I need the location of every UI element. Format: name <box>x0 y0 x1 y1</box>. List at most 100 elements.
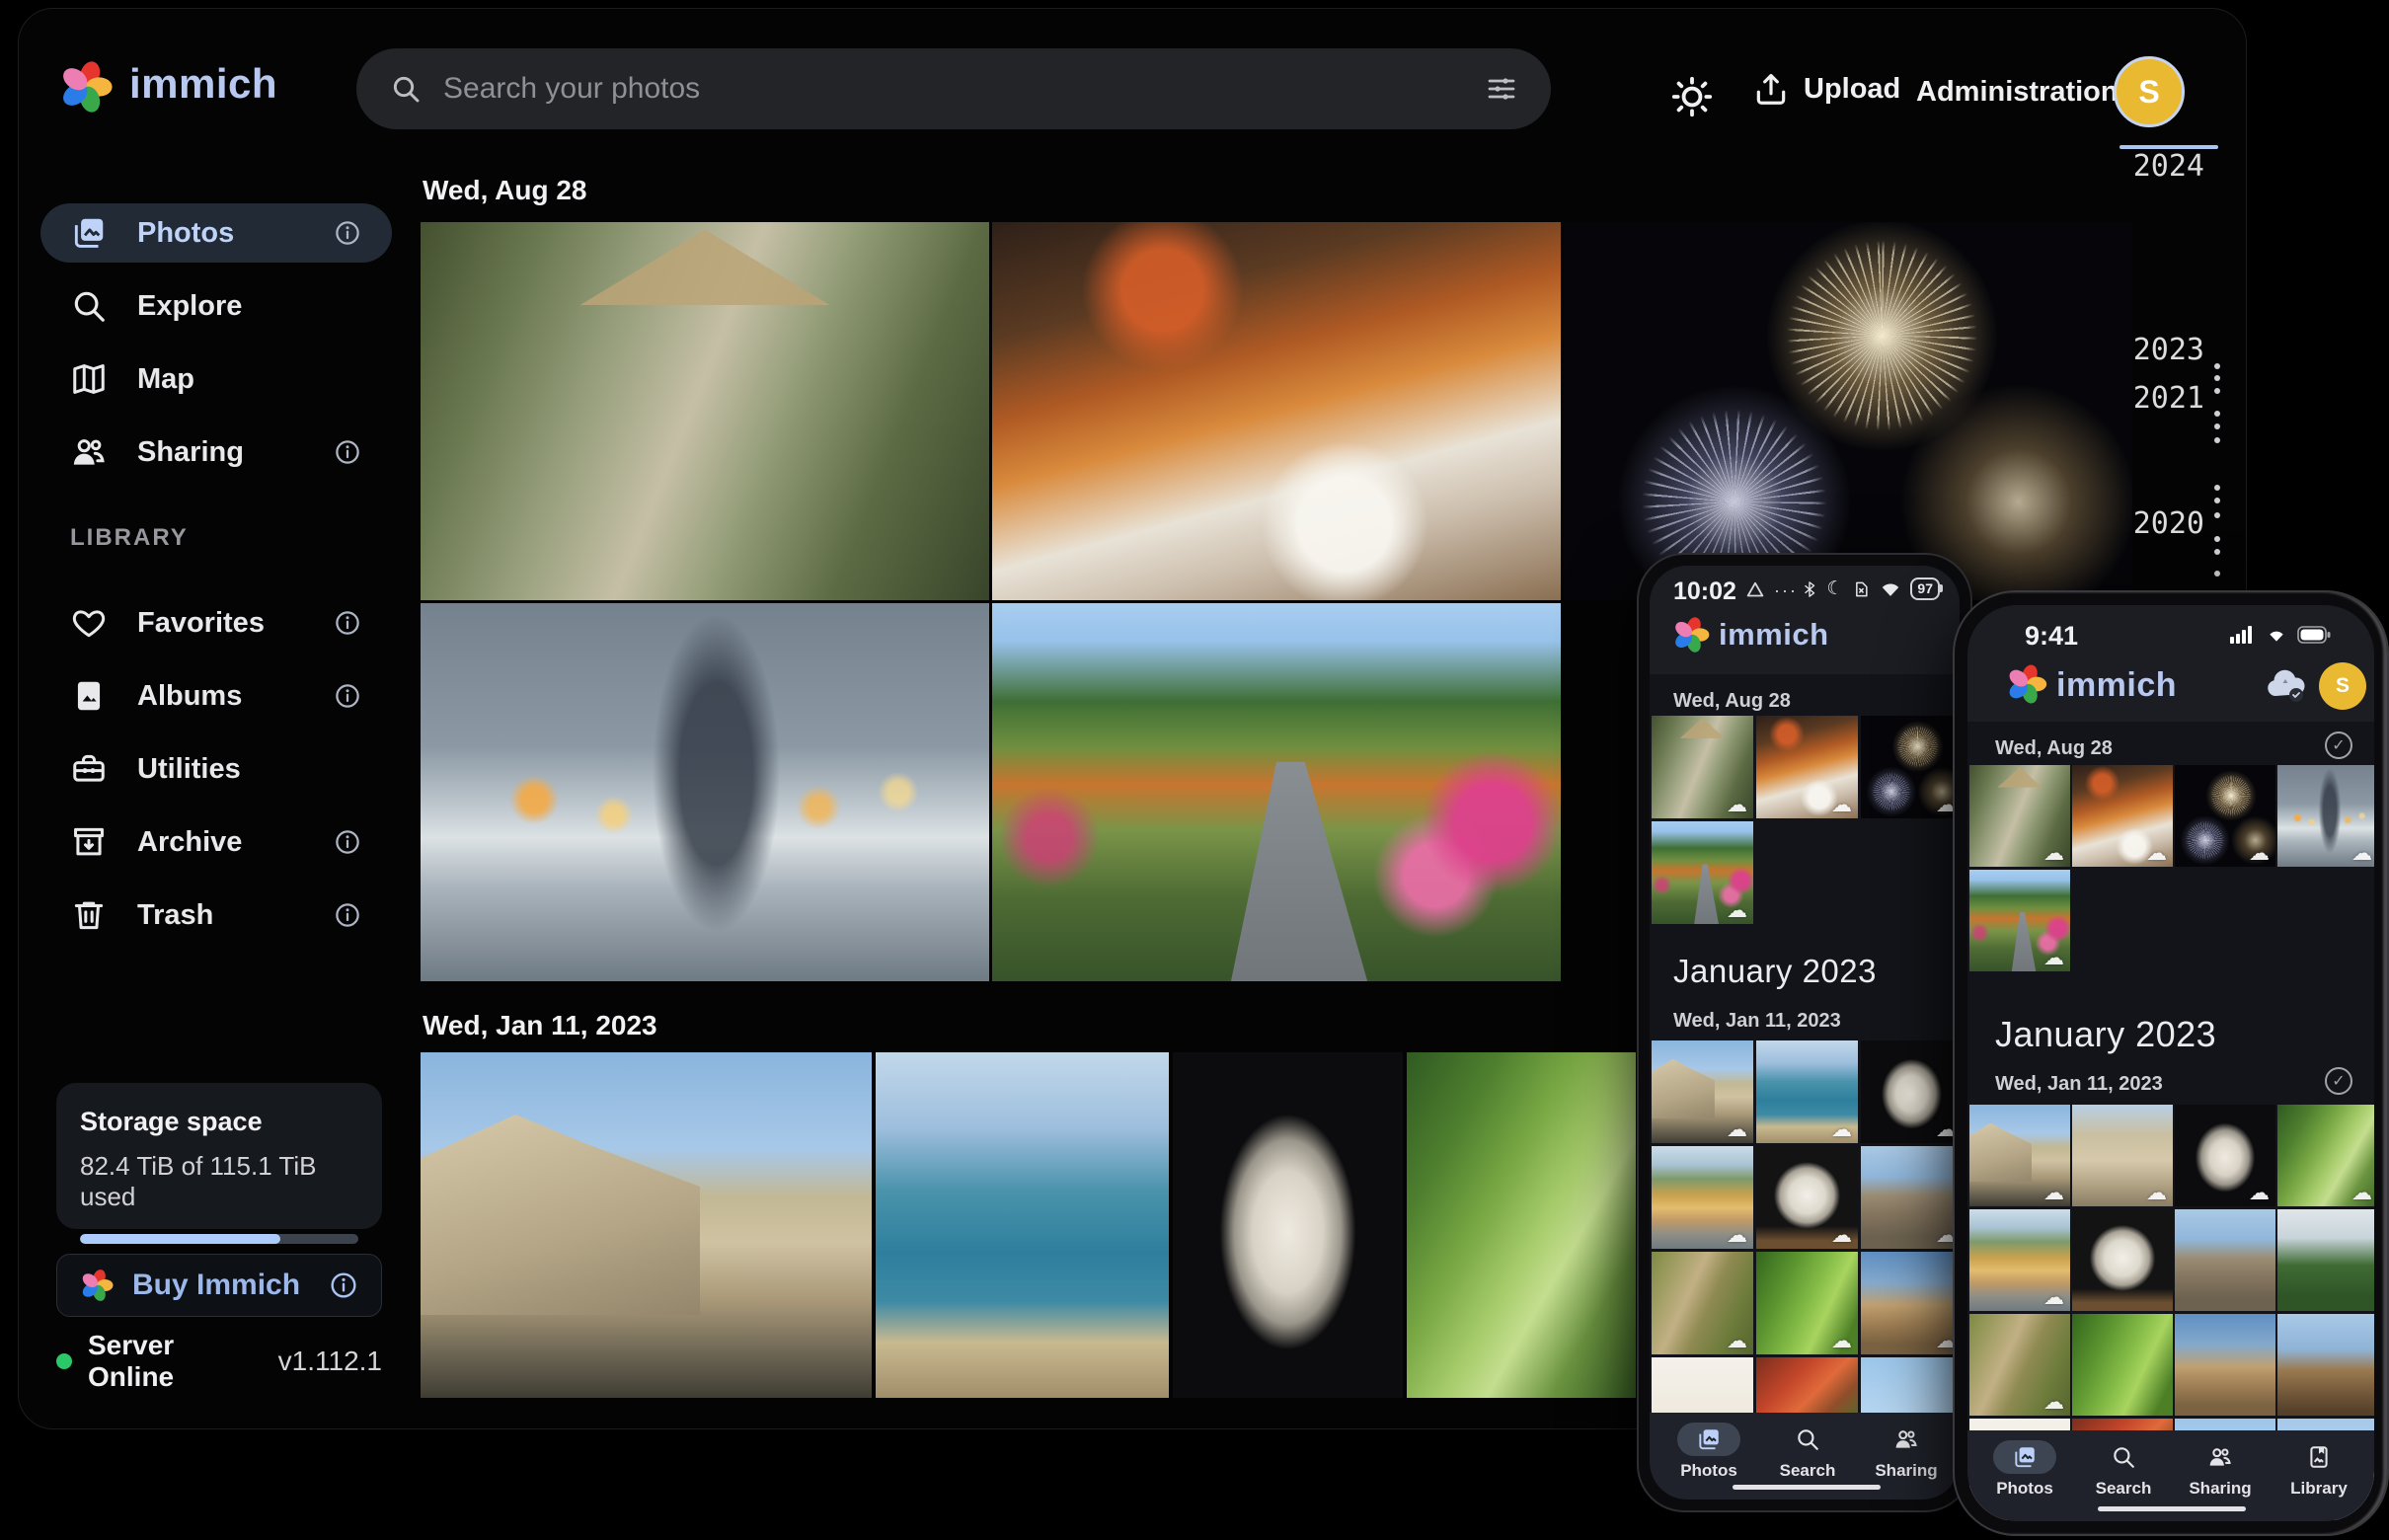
thumb-lizard-on-moss[interactable] <box>2072 1314 2173 1416</box>
thumb-zoo-monkeys[interactable]: ☁ <box>1969 765 2070 867</box>
administration-link[interactable]: Administration <box>1916 76 2119 109</box>
photo-fireworks[interactable] <box>1564 222 2132 600</box>
sidebar-item-archive[interactable]: Archive <box>40 812 392 872</box>
info-icon[interactable] <box>333 900 362 930</box>
theme-toggle-sun-icon[interactable] <box>1669 74 1715 119</box>
search-filter-icon[interactable] <box>1486 73 1517 105</box>
info-icon[interactable] <box>333 827 362 857</box>
sidebar-item-utilities[interactable]: Utilities <box>40 739 392 799</box>
search-input[interactable] <box>443 72 1464 106</box>
cloud-backup-icon: ☁ <box>1831 1225 1852 1246</box>
photo-coastal-tower[interactable] <box>876 1052 1169 1398</box>
cloud-backup-icon: ☁ <box>1727 1119 1747 1140</box>
timeline-year-2021[interactable]: 2021 <box>2096 381 2204 416</box>
thumb-winter-church[interactable] <box>2175 1314 2275 1416</box>
buy-immich-button[interactable]: Buy Immich <box>56 1254 382 1317</box>
user-avatar[interactable]: S <box>2319 662 2366 710</box>
thumb-dinner-table[interactable]: ☁ <box>2072 765 2173 867</box>
thumb-fireworks[interactable]: ☁ <box>1861 716 1960 818</box>
timeline-tick <box>2214 437 2220 443</box>
thumb-marble-bust[interactable]: ☁ <box>2175 1105 2275 1206</box>
cloud-sync-icon[interactable] <box>2264 666 2309 704</box>
nav-item-library[interactable]: Library <box>2287 1440 2350 1499</box>
info-icon[interactable] <box>333 681 362 711</box>
thumb-lizard[interactable]: ☁ <box>1969 1314 2070 1416</box>
thumb-marble-bust[interactable]: ☁ <box>1861 1040 1960 1143</box>
photo-autumn-park[interactable] <box>992 603 1561 981</box>
info-icon[interactable] <box>333 218 362 248</box>
thumb-beach-cliff[interactable]: ☁ <box>1652 1146 1753 1249</box>
dnd-moon-icon: ☾ <box>1826 578 1843 600</box>
thumb-winter-church[interactable]: ☁ <box>1861 1252 1960 1354</box>
thumb-zoo-monkeys[interactable]: ☁ <box>1652 716 1753 818</box>
timeline-year-2024[interactable]: 2024 <box>2096 149 2204 184</box>
thumb-stone-ruins[interactable]: ☁ <box>1861 1146 1960 1249</box>
photo-fortress-walls[interactable] <box>421 1052 872 1398</box>
thumb-fortress[interactable]: ☁ <box>1969 1105 2070 1206</box>
sidebar-item-photos[interactable]: Photos <box>40 203 392 263</box>
photo-dinner-table[interactable] <box>992 222 1561 600</box>
sidebar-item-favorites[interactable]: Favorites <box>40 593 392 653</box>
thumb-wooden-house[interactable] <box>2277 1314 2374 1416</box>
sidebar-item-map[interactable]: Map <box>40 349 392 409</box>
server-status-row: Server Online v1.112.1 <box>56 1330 382 1393</box>
thumb-green-berries[interactable]: ☁ <box>2277 1105 2374 1206</box>
thumb-white-sculpture[interactable]: ☁ <box>1756 1146 1858 1249</box>
info-icon[interactable] <box>328 1270 359 1301</box>
home-indicator[interactable] <box>2098 1506 2246 1511</box>
cloud-backup-icon: ☁ <box>2146 843 2167 864</box>
thumb-holding-hands[interactable]: ☁ <box>2277 765 2374 867</box>
storage-usage-text: 82.4 TiB of 115.1 TiB used <box>80 1151 358 1212</box>
date-group-header: Wed, Aug 28 <box>423 175 586 206</box>
nav-item-search[interactable]: Search <box>1776 1423 1839 1481</box>
upload-button[interactable]: Upload <box>1752 70 1900 108</box>
nav-item-sharing[interactable]: Sharing <box>1875 1423 1938 1481</box>
thumb-christmas-tree[interactable] <box>2277 1209 2374 1311</box>
sidebar-item-albums[interactable]: Albums <box>40 666 392 726</box>
search-bar[interactable] <box>356 48 1551 129</box>
thumb-lizard[interactable]: ☁ <box>1652 1252 1753 1354</box>
thumb-coastal-tower[interactable]: ☁ <box>1756 1040 1858 1143</box>
thumb-lizard-on-moss[interactable]: ☁ <box>1756 1252 1858 1354</box>
sidebar-item-sharing[interactable]: Sharing <box>40 423 392 482</box>
timeline-tick <box>2214 388 2220 394</box>
upload-icon <box>1752 70 1790 108</box>
sidebar-item-trash[interactable]: Trash <box>40 886 392 945</box>
thumb-beach-cliff[interactable]: ☁ <box>1969 1209 2070 1311</box>
phone-mockup-iphone: 9:41 immich S Wed, Aug 28 <box>1953 590 2389 1536</box>
date-group-header: Wed, Jan 11, 2023 <box>1995 1073 2163 1096</box>
thumb-autumn-park[interactable]: ☁ <box>1969 870 2070 971</box>
timeline-year-2020[interactable]: 2020 <box>2096 506 2204 541</box>
sharing-people-icon <box>70 433 108 471</box>
thumb-fortress-closeup[interactable]: ☁ <box>2072 1105 2173 1206</box>
date-group-header: Wed, Jan 11, 2023 <box>1673 1010 1841 1033</box>
timeline-year-2023[interactable]: 2023 <box>2096 333 2204 367</box>
nav-item-photos[interactable]: Photos <box>1993 1440 2056 1499</box>
photo-holding-hands[interactable] <box>421 603 989 981</box>
select-all-check-icon[interactable]: ✓ <box>2325 732 2352 759</box>
user-avatar[interactable]: S <box>2114 56 2185 127</box>
photo-zoo-monkeys[interactable] <box>421 222 989 600</box>
status-time: 9:41 <box>2025 621 2078 652</box>
nav-item-photos[interactable]: Photos <box>1677 1423 1740 1481</box>
info-icon[interactable] <box>333 608 362 638</box>
date-group-header: Wed, Jan 11, 2023 <box>423 1010 657 1041</box>
albums-icon <box>70 677 108 715</box>
thumb-fortress[interactable]: ☁ <box>1652 1040 1753 1143</box>
home-indicator[interactable] <box>1733 1485 1881 1490</box>
photo-marble-bust[interactable] <box>1173 1052 1403 1398</box>
nav-item-sharing[interactable]: Sharing <box>2189 1440 2252 1499</box>
select-all-check-icon[interactable]: ✓ <box>2325 1067 2352 1095</box>
search-icon <box>390 73 422 105</box>
sidebar-item-explore[interactable]: Explore <box>40 276 392 336</box>
thumb-stone-ruins[interactable] <box>2175 1209 2275 1311</box>
thumb-fireworks[interactable]: ☁ <box>2175 765 2275 867</box>
thumb-white-sculpture[interactable] <box>2072 1209 2173 1311</box>
info-icon[interactable] <box>333 437 362 467</box>
cloud-backup-icon: ☁ <box>1727 1225 1747 1246</box>
photo-green-berries[interactable] <box>1407 1052 1636 1398</box>
nav-item-search[interactable]: Search <box>2092 1440 2155 1499</box>
server-version: v1.112.1 <box>278 1346 382 1377</box>
thumb-autumn-park[interactable]: ☁ <box>1652 821 1753 924</box>
thumb-dinner-table[interactable]: ☁ <box>1756 716 1858 818</box>
